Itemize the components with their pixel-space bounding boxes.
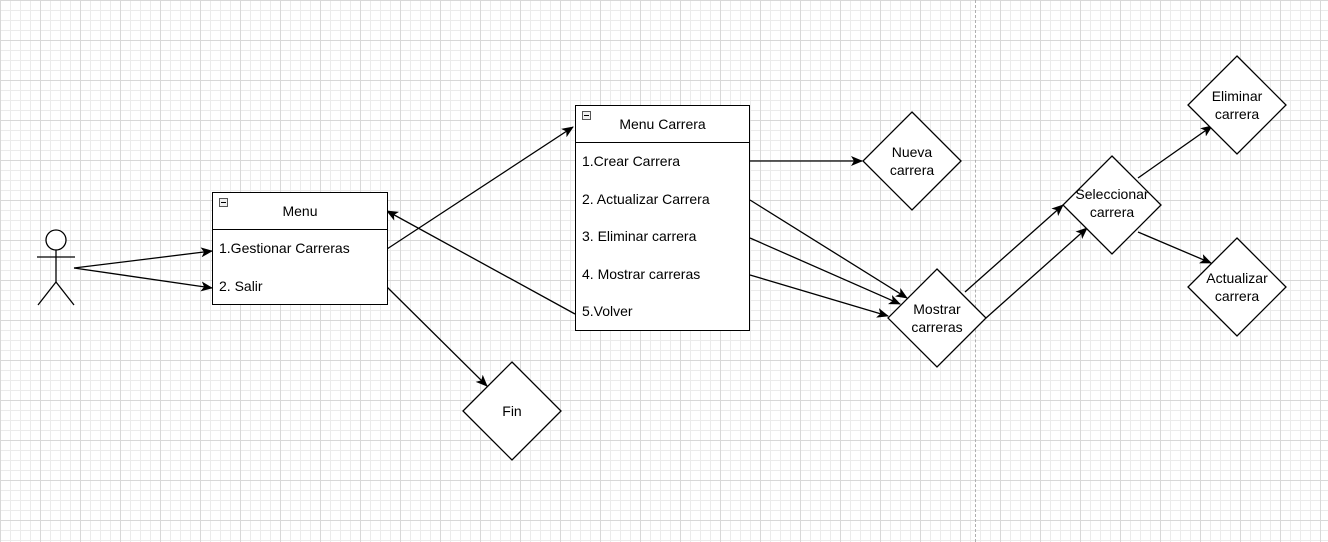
- node-mostrar-carreras-label: Mostrar carreras: [911, 301, 963, 335]
- edge-actor-gestionar: [73, 247, 213, 269]
- menu-carrera-item-crear[interactable]: 1.Crear Carrera: [576, 143, 749, 181]
- menu-carrera-header[interactable]: Menu Carrera: [576, 106, 749, 143]
- edge-volver-menu: [386, 210, 576, 315]
- node-eliminar-carrera-label: Eliminar carrera: [1211, 88, 1263, 122]
- menu-carrera-item-eliminar[interactable]: 3. Eliminar carrera: [576, 218, 749, 256]
- edge-gestionar-menucarrera: [386, 126, 574, 250]
- node-nueva-carrera-label: Nueva carrera: [889, 144, 935, 178]
- node-nueva-carrera[interactable]: Nueva carrera: [862, 111, 962, 211]
- menu-carrera-box[interactable]: Menu Carrera 1.Crear Carrera 2. Actualiz…: [575, 105, 750, 331]
- node-actualizar-carrera[interactable]: Actualizar carrera: [1187, 237, 1287, 337]
- menu-item-salir[interactable]: 2. Salir: [213, 268, 387, 306]
- collapse-icon[interactable]: [219, 198, 228, 207]
- edge-eliminar-mostrar: [749, 237, 901, 305]
- node-eliminar-carrera[interactable]: Eliminar carrera: [1187, 55, 1287, 155]
- node-seleccionar-carrera[interactable]: Seleccionar carrera: [1062, 155, 1162, 255]
- collapse-icon[interactable]: [582, 111, 591, 120]
- menu-carrera-item-volver[interactable]: 5.Volver: [576, 293, 749, 331]
- menu-carrera-item-mostrar[interactable]: 4. Mostrar carreras: [576, 256, 749, 294]
- diagram-canvas: Menu 1.Gestionar Carreras 2. Salir Menu …: [0, 0, 1328, 542]
- menu-item-gestionar[interactable]: 1.Gestionar Carreras: [213, 230, 387, 268]
- stick-figure-icon: [37, 229, 75, 306]
- menu-header[interactable]: Menu: [213, 193, 387, 230]
- node-fin-label: Fin: [502, 403, 522, 419]
- menu-box[interactable]: Menu 1.Gestionar Carreras 2. Salir: [212, 192, 388, 305]
- node-fin[interactable]: Fin: [462, 361, 562, 461]
- menu-carrera-title: Menu Carrera: [619, 116, 706, 132]
- node-seleccionar-carrera-label: Seleccionar carrera: [1075, 186, 1149, 220]
- actor[interactable]: [34, 228, 78, 308]
- menu-title: Menu: [282, 203, 318, 219]
- node-actualizar-carrera-label: Actualizar carrera: [1206, 270, 1268, 304]
- menu-carrera-item-actualizar[interactable]: 2. Actualizar Carrera: [576, 181, 749, 219]
- edge-mostrar-mostrar: [749, 274, 889, 318]
- edge-actor-salir: [73, 267, 213, 292]
- node-mostrar-carreras[interactable]: Mostrar carreras: [887, 268, 987, 368]
